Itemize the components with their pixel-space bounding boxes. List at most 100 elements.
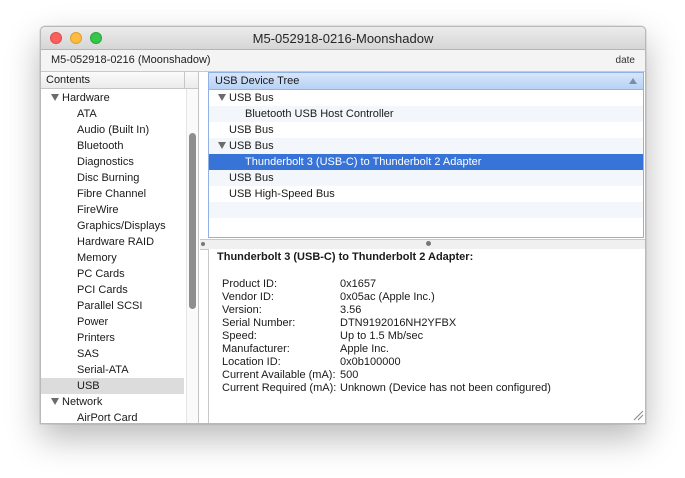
tree-row[interactable]: Bluetooth USB Host Controller	[209, 106, 643, 122]
sidebar-item-hardware-raid[interactable]: Hardware RAID	[41, 234, 184, 250]
property-value: 3.56	[340, 304, 362, 316]
property-row: Speed: Up to 1.5 Mb/sec	[222, 330, 551, 343]
sidebar-item-label: Printers	[77, 332, 115, 344]
sidebar-item-sas[interactable]: SAS	[41, 346, 184, 362]
title-bar[interactable]: M5-052918-0216-Moonshadow	[41, 27, 645, 50]
tree-row-label: USB Bus	[229, 124, 274, 136]
sidebar-item-label: Audio (Built In)	[77, 124, 150, 136]
usb-device-tree-header[interactable]: USB Device Tree	[209, 73, 643, 90]
disclosure-triangle-icon[interactable]	[51, 93, 59, 101]
sort-ascending-icon	[629, 78, 637, 84]
contents-list: Hardware ATA Audio (Built In) Bluetooth Diag…	[41, 90, 184, 423]
property-label: Location ID:	[222, 356, 281, 368]
property-label: Current Required (mA):	[222, 382, 337, 394]
property-row: Current Required (mA): Unknown (Device ha…	[222, 382, 551, 395]
sidebar-item-bluetooth[interactable]: Bluetooth	[41, 138, 184, 154]
sidebar-item-graphics-displays[interactable]: Graphics/Displays	[41, 218, 184, 234]
property-label: Version:	[222, 304, 262, 316]
property-value: Unknown (Device has not been configured)	[340, 382, 551, 394]
device-properties: Product ID: 0x1657 Vendor ID: 0x05ac (Apple…	[222, 278, 551, 395]
property-value: DTN9192016NH2YFBX	[340, 317, 457, 329]
system-information-window: M5-052918-0216-Moonshadow M5-052918-0216…	[40, 26, 646, 424]
property-label: Vendor ID:	[222, 291, 274, 303]
disclosure-triangle-icon[interactable]	[218, 141, 226, 149]
sidebar-scrollbar[interactable]	[186, 89, 198, 423]
machine-name-label: M5-052918-0216 (Moonshadow)	[51, 54, 211, 66]
sidebar-item-label: Disc Burning	[77, 172, 140, 184]
sidebar-scroll-thumb[interactable]	[189, 133, 196, 309]
sidebar-item-diagnostics[interactable]: Diagnostics	[41, 154, 184, 170]
property-value: 0x1657	[340, 278, 377, 290]
sidebar-item-label: PC Cards	[77, 268, 125, 280]
sidebar-item-disc-burning[interactable]: Disc Burning	[41, 170, 184, 186]
window-title: M5-052918-0216-Moonshadow	[252, 31, 434, 46]
sidebar-item-label: Serial-ATA	[77, 364, 129, 376]
tree-row-label: Bluetooth USB Host Controller	[245, 108, 394, 120]
property-value: 0x05ac (Apple Inc.)	[340, 291, 435, 303]
sidebar-item-network[interactable]: Network	[41, 394, 184, 410]
disclosure-triangle-icon[interactable]	[218, 93, 226, 101]
sidebar-item-audio-built-in[interactable]: Audio (Built In)	[41, 122, 184, 138]
sidebar-item-label: Network	[62, 396, 103, 408]
machine-info-bar: M5-052918-0216 (Moonshadow) date	[41, 50, 645, 72]
sidebar-item-printers[interactable]: Printers	[41, 330, 184, 346]
sidebar-item-label: PCI Cards	[77, 284, 128, 296]
sidebar-item-power[interactable]: Power	[41, 314, 184, 330]
tree-row[interactable]: Thunderbolt 3 (USB-C) to Thunderbolt 2 A…	[209, 154, 643, 170]
header-corner	[185, 72, 198, 89]
tree-row-label: USB Bus	[229, 172, 274, 184]
sidebar-item-hardware[interactable]: Hardware	[41, 90, 184, 106]
tree-row-label: Thunderbolt 3 (USB-C) to Thunderbolt 2 A…	[245, 156, 482, 168]
property-label: Current Available (mA):	[222, 369, 336, 381]
disclosure-triangle-icon[interactable]	[51, 397, 59, 405]
property-value: Apple Inc.	[340, 343, 389, 355]
sidebar-item-ata[interactable]: ATA	[41, 106, 184, 122]
sidebar-item-label: SAS	[77, 348, 100, 360]
sidebar-item-label: Fibre Channel	[77, 188, 147, 200]
property-label: Manufacturer:	[222, 343, 290, 355]
sidebar-item-memory[interactable]: Memory	[41, 250, 184, 266]
sidebar-item-label: Memory	[77, 252, 117, 264]
tree-row-empty	[209, 202, 643, 218]
resize-grip-icon[interactable]	[633, 410, 644, 421]
tree-row[interactable]: USB Bus	[209, 138, 643, 154]
tree-row[interactable]: USB Bus	[209, 170, 643, 186]
sidebar-item-label: Graphics/Displays	[77, 220, 166, 232]
sidebar-item-fibre-channel[interactable]: Fibre Channel	[41, 186, 184, 202]
sidebar-item-label: ATA	[77, 108, 97, 120]
tree-row[interactable]: USB High-Speed Bus	[209, 186, 643, 202]
tree-row-label: USB High-Speed Bus	[229, 188, 335, 200]
tree-row-label: USB Bus	[229, 140, 274, 152]
property-row: Version: 3.56	[222, 304, 551, 317]
sidebar-item-airport-card[interactable]: AirPort Card	[41, 410, 184, 423]
property-label: Product ID:	[222, 278, 278, 290]
property-value: 0x0b100000	[340, 356, 401, 368]
property-row: Current Available (mA): 500	[222, 369, 551, 382]
sidebar-item-parallel-scsi[interactable]: Parallel SCSI	[41, 298, 184, 314]
property-row: Vendor ID: 0x05ac (Apple Inc.)	[222, 291, 551, 304]
device-detail-title: Thunderbolt 3 (USB-C) to Thunderbolt 2 A…	[217, 251, 474, 263]
splitter-handle-icon[interactable]	[426, 241, 431, 246]
sidebar-item-pc-cards[interactable]: PC Cards	[41, 266, 184, 282]
contents-sidebar: Contents Hardware ATA Audio (Built In) Blue…	[41, 72, 199, 423]
contents-column-header[interactable]: Contents	[41, 72, 185, 89]
tree-header-label: USB Device Tree	[215, 75, 300, 87]
property-row: Manufacturer: Apple Inc.	[222, 343, 551, 356]
property-value: 500	[340, 369, 359, 381]
property-row: Location ID: 0x0b100000	[222, 356, 551, 369]
tree-row[interactable]: USB Bus	[209, 122, 643, 138]
tree-row[interactable]: USB Bus	[209, 90, 643, 106]
property-label: Speed:	[222, 330, 257, 342]
property-label: Serial Number:	[222, 317, 296, 329]
sidebar-item-label: Parallel SCSI	[77, 300, 143, 312]
contents-header-label: Contents	[46, 74, 91, 86]
tree-row-label: USB Bus	[229, 92, 274, 104]
property-value: Up to 1.5 Mb/sec	[340, 330, 424, 342]
sidebar-item-firewire[interactable]: FireWire	[41, 202, 184, 218]
sidebar-item-serial-ata[interactable]: Serial-ATA	[41, 362, 184, 378]
tree-rows: USB Bus Bluetooth USB Host Controller USB …	[209, 90, 643, 218]
sidebar-item-pci-cards[interactable]: PCI Cards	[41, 282, 184, 298]
sidebar-item-label: Power	[77, 316, 109, 328]
sidebar-item-label: USB	[77, 380, 100, 392]
sidebar-item-usb[interactable]: USB	[41, 378, 184, 394]
